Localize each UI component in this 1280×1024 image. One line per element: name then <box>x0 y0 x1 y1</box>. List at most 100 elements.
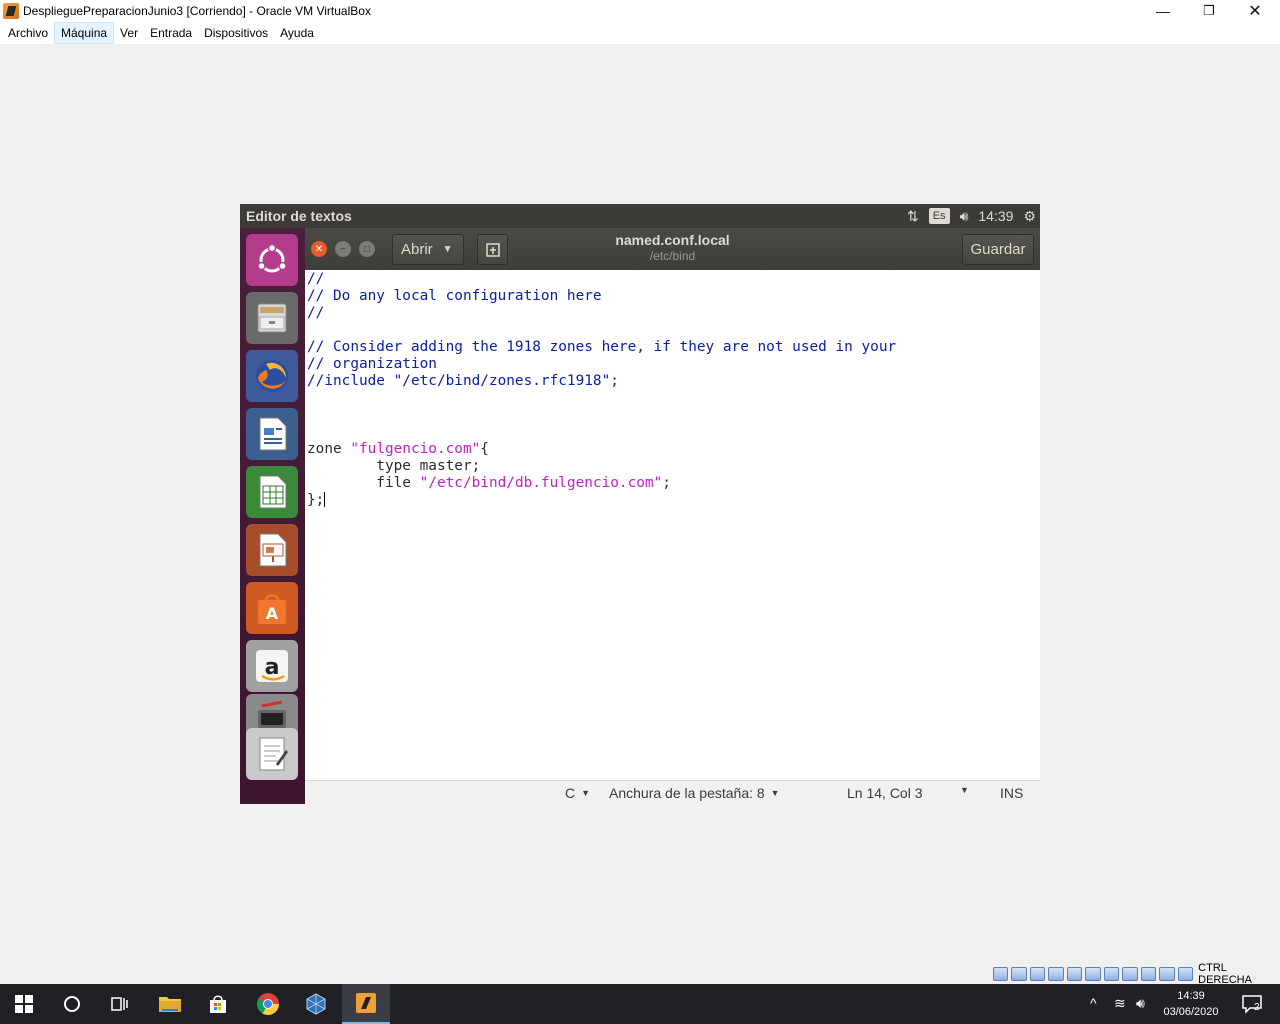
chevron-down-icon: ▼ <box>770 788 780 798</box>
show-hidden-icons-chevron-icon[interactable]: ^ <box>1090 995 1097 1011</box>
virtualization-icon[interactable] <box>1140 967 1157 981</box>
chevron-down-icon: ▼ <box>960 785 969 795</box>
files-icon[interactable] <box>246 292 298 344</box>
close-window-button[interactable]: ✕ <box>1232 0 1278 22</box>
virtualbox-app-icon <box>3 3 19 19</box>
tab-width-selector[interactable]: Anchura de la pestaña: 8 ▼ <box>609 785 780 801</box>
cursor-position-selector[interactable]: Ln 14, Col 3 <box>847 785 923 801</box>
minimize-window-button[interactable]: — <box>1140 0 1186 22</box>
code-line: // <box>307 305 1040 322</box>
hard-disk-icon[interactable] <box>993 967 1009 981</box>
settings-gear-icon[interactable]: ⚙ <box>1023 208 1036 225</box>
sound-icon[interactable]: 🔊︎ <box>960 208 969 225</box>
cursor-position-dropdown[interactable]: ▼ <box>960 785 969 795</box>
network-icon[interactable]: ⇅ <box>907 208 919 225</box>
windows-logo-icon <box>15 995 33 1013</box>
chrome-icon[interactable] <box>244 984 292 1024</box>
code-token-comment: // organization <box>307 356 437 372</box>
code-token-plain: zone <box>307 441 351 457</box>
cursor-position-label: Ln 14, Col 3 <box>847 785 923 801</box>
code-line: //include "/etc/bind/zones.rfc1918"; <box>307 373 1040 390</box>
taskbar-clock[interactable]: 14:39 03/06/2020 <box>1160 988 1222 1020</box>
new-tab-button[interactable] <box>477 234 508 265</box>
code-token-comment: // Consider adding the 1918 zones here, … <box>307 339 897 355</box>
virtualbox-vm-icon[interactable] <box>342 984 390 1024</box>
wifi-icon[interactable]: ≋ <box>1114 995 1126 1012</box>
code-token-comment: // Do any local configuration here <box>307 288 602 304</box>
save-button[interactable]: Guardar <box>962 234 1034 265</box>
task-view-button[interactable] <box>96 984 144 1024</box>
editor-minimize-button[interactable]: − <box>335 241 351 257</box>
open-button[interactable]: Abrir ▼ <box>392 234 464 265</box>
keyboard-capture-icon[interactable] <box>1177 967 1194 981</box>
firefox-icon[interactable] <box>246 350 298 402</box>
code-line: zone "fulgencio.com"{ <box>307 441 1040 458</box>
menu-entrada[interactable]: Entrada <box>144 23 198 43</box>
panel-app-title: Editor de textos <box>246 208 352 224</box>
maximize-window-button[interactable]: ❐ <box>1186 0 1232 22</box>
network-adapter-icon[interactable] <box>1048 967 1064 981</box>
svg-text:A: A <box>266 604 279 623</box>
search-circle-icon <box>64 996 80 1012</box>
code-token-plain: ; <box>662 475 671 491</box>
start-button[interactable] <box>0 984 48 1024</box>
editor-close-button[interactable]: ✕ <box>311 241 327 257</box>
menu-ayuda[interactable]: Ayuda <box>274 23 320 43</box>
amazon-icon[interactable]: a <box>246 640 298 692</box>
code-token-plain: file <box>307 475 420 491</box>
libreoffice-calc-icon[interactable] <box>246 466 298 518</box>
menu-dispositivos[interactable]: Dispositivos <box>198 23 274 43</box>
shared-folders-icon[interactable] <box>1085 967 1101 981</box>
new-document-icon <box>485 242 500 257</box>
editor-maximize-button[interactable]: □ <box>359 241 375 257</box>
vbox-status-bar: CTRL DERECHA <box>993 962 1280 986</box>
text-editor-icon[interactable] <box>246 728 298 780</box>
code-line: // <box>307 271 1040 288</box>
host-key-label: CTRL DERECHA <box>1198 962 1252 986</box>
virtualbox-icon[interactable] <box>292 984 340 1024</box>
document-filename: named.conf.local <box>615 232 730 248</box>
menu-archivo[interactable]: Archivo <box>2 23 54 43</box>
search-button[interactable] <box>48 984 96 1024</box>
windows-taskbar: ^ ≋ 🔊︎ 14:39 03/06/2020 2 <box>0 984 1280 1024</box>
code-token-string: "/etc/bind/db.fulgencio.com" <box>419 475 663 491</box>
svg-text:a: a <box>265 655 280 680</box>
code-token-comment: // <box>307 271 325 287</box>
ubuntu-dash-icon[interactable] <box>246 234 298 286</box>
keyboard-layout-indicator[interactable]: Es <box>928 208 950 224</box>
text-editor-area[interactable]: //// Do any local configuration here// //… <box>305 270 1040 780</box>
editor-statusbar: C ▼ Anchura de la pestaña: 8 ▼ Ln 14, Co… <box>305 780 1040 804</box>
video-capture-icon[interactable] <box>1122 967 1138 981</box>
libreoffice-impress-icon[interactable] <box>246 524 298 576</box>
language-selector[interactable]: C ▼ <box>565 785 590 801</box>
optical-drive-icon[interactable] <box>1011 967 1027 981</box>
panel-clock[interactable]: 14:39 <box>978 208 1013 224</box>
menu-maquina[interactable]: Máquina <box>54 22 115 44</box>
code-token-plain: }; <box>307 492 325 508</box>
action-center-button[interactable]: 2 <box>1228 984 1276 1024</box>
chevron-down-icon: ▼ <box>581 788 591 798</box>
audio-icon[interactable] <box>1029 967 1046 981</box>
task-view-icon <box>111 997 128 1011</box>
host-titlebar: DesplieguePreparacionJunio3 [Corriendo] … <box>0 0 1280 22</box>
usb-icon[interactable] <box>1066 967 1083 981</box>
insert-mode-indicator: INS <box>1000 785 1023 801</box>
insert-mode-label: INS <box>1000 785 1024 801</box>
menu-ver[interactable]: Ver <box>114 23 144 43</box>
window-title: DesplieguePreparacionJunio3 [Corriendo] … <box>23 4 371 18</box>
mouse-integration-icon[interactable] <box>1159 967 1175 981</box>
software-center-icon[interactable]: A <box>246 582 298 634</box>
document-path: /etc/bind <box>649 249 696 263</box>
tab-width-label: Anchura de la pestaña: 8 <box>609 785 765 801</box>
vm-display[interactable]: Editor de textos ⇅ Es 🔊︎ 14:39 ⚙ A a ✕ −… <box>240 204 1040 804</box>
display-icon[interactable] <box>1103 967 1120 981</box>
editor-title: named.conf.local /etc/bind <box>505 232 840 263</box>
libreoffice-writer-icon[interactable] <box>246 408 298 460</box>
volume-icon[interactable]: 🔊︎ <box>1136 995 1145 1012</box>
store-icon[interactable] <box>194 984 242 1024</box>
code-line: // Consider adding the 1918 zones here, … <box>307 339 1040 356</box>
file-explorer-icon[interactable] <box>146 984 194 1024</box>
code-line: }; <box>307 492 1040 509</box>
